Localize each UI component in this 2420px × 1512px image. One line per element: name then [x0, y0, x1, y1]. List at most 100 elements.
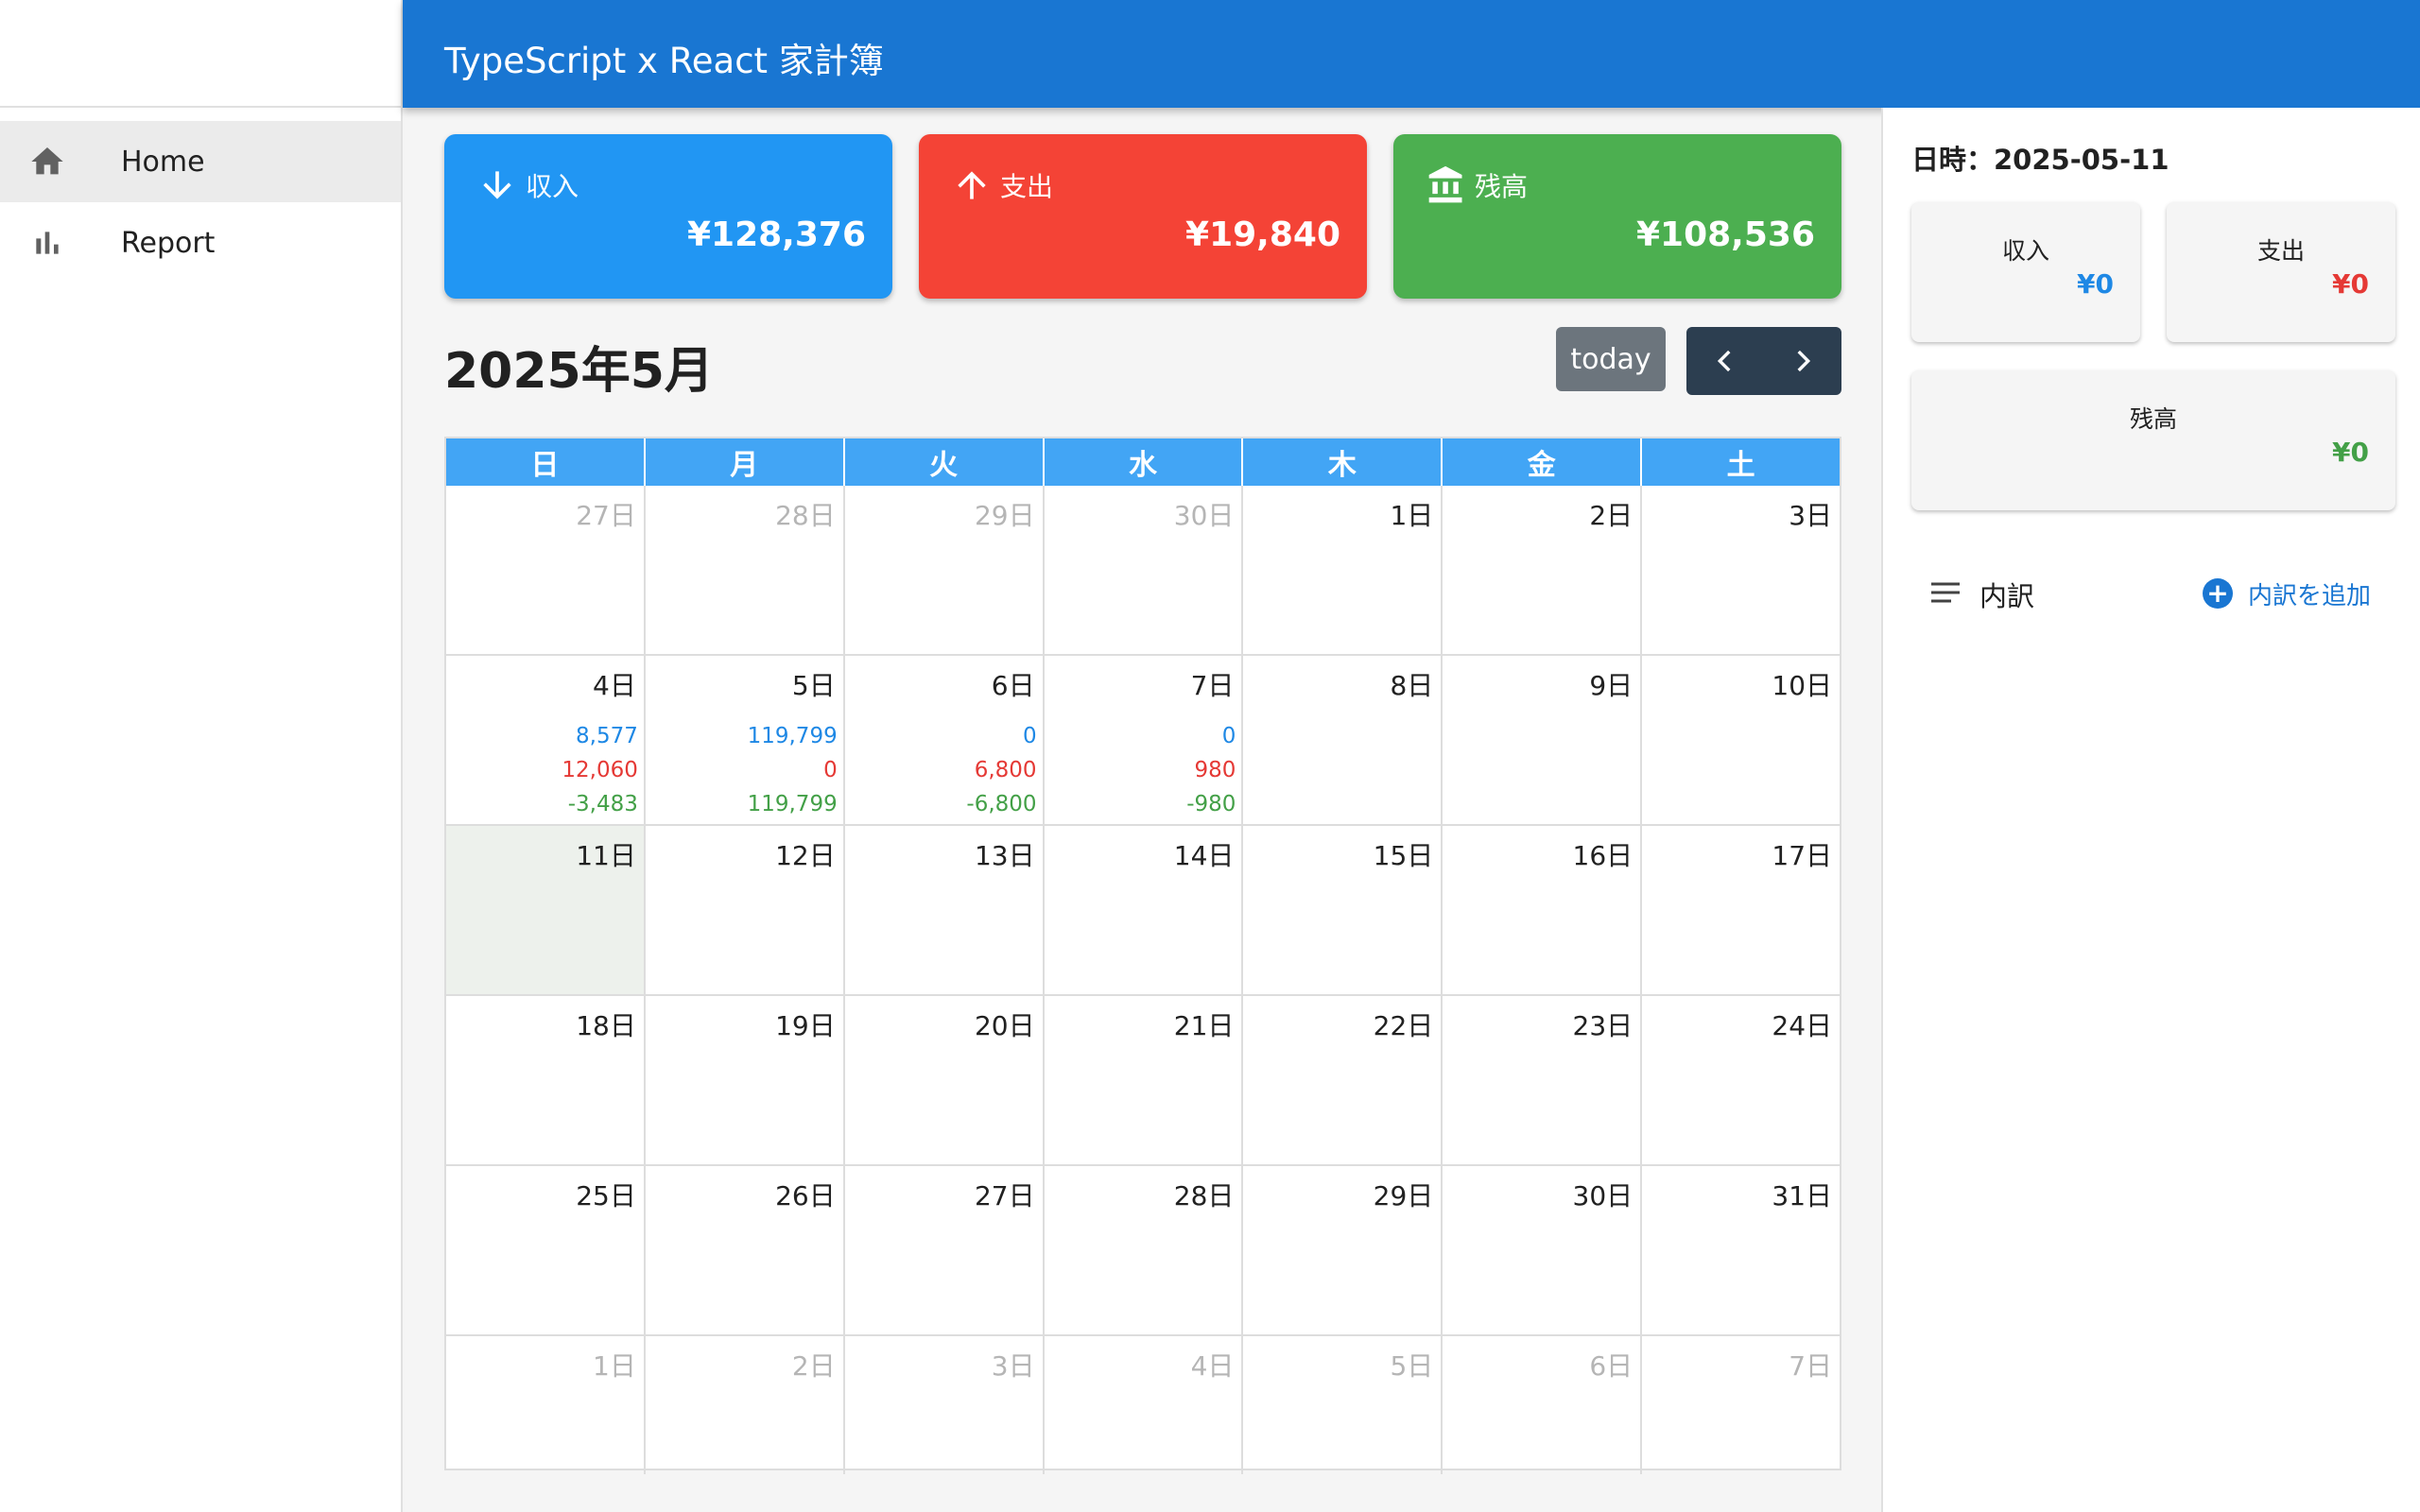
- calendar-day-cell[interactable]: 5日: [1243, 1336, 1443, 1474]
- calendar-day-cell[interactable]: 23日: [1443, 996, 1643, 1164]
- calendar-day-cell[interactable]: 7日 0 980 -980: [1045, 656, 1244, 824]
- calendar-day-cell[interactable]: 12日: [646, 826, 845, 994]
- day-number: 13日: [974, 840, 1035, 871]
- calendar-day-cell[interactable]: 27日: [446, 486, 646, 654]
- day-number: 9日: [1589, 670, 1634, 701]
- day-number: 4日: [1190, 1350, 1235, 1382]
- weekday-header: 水: [1045, 438, 1244, 486]
- day-expense-amount: 12,060: [562, 758, 638, 782]
- calendar-day-cell[interactable]: 28日: [1045, 1166, 1244, 1334]
- calendar-day-cell[interactable]: 3日: [845, 1336, 1045, 1474]
- calendar-week-row: 11日 12日 13日 14日 15日 16日 17日: [446, 826, 1840, 996]
- calendar-day-cell[interactable]: 16日: [1443, 826, 1643, 994]
- calendar-day-cell[interactable]: 30日: [1045, 486, 1244, 654]
- day-expense-amount: 6,800: [974, 758, 1037, 782]
- day-number: 31日: [1772, 1180, 1833, 1211]
- next-month-button[interactable]: [1764, 327, 1841, 395]
- calendar-week-row: 18日 19日 20日 21日 22日 23日 24日: [446, 996, 1840, 1166]
- prev-month-button[interactable]: [1686, 327, 1764, 395]
- detail-income-value: ¥0: [2077, 268, 2114, 300]
- calendar-day-cell[interactable]: 2日: [1443, 486, 1643, 654]
- calendar-day-cell[interactable]: 10日: [1642, 656, 1840, 824]
- day-number: 2日: [791, 1350, 836, 1382]
- arrow-up-icon: [958, 171, 986, 199]
- day-number: 22日: [1373, 1010, 1434, 1041]
- day-expense-amount: 980: [1194, 758, 1236, 782]
- day-income-amount: 0: [1221, 724, 1236, 748]
- calendar-day-cell[interactable]: 30日: [1443, 1166, 1643, 1334]
- day-number: 20日: [974, 1010, 1035, 1041]
- detail-income-label: 収入: [2001, 237, 2049, 265]
- calendar-day-cell[interactable]: 29日: [1243, 1166, 1443, 1334]
- calendar-day-cell[interactable]: 1日: [1243, 486, 1443, 654]
- day-expense-amount: 0: [823, 758, 838, 782]
- add-circle-icon: +: [2203, 578, 2233, 609]
- calendar-week-row: 27日 28日 29日 30日 1日 2日 3日: [446, 486, 1840, 656]
- calendar-day-cell[interactable]: 8日: [1243, 656, 1443, 824]
- calendar-week-row: 1日 2日 3日 4日 5日 6日 7日: [446, 1336, 1840, 1474]
- calendar-day-cell[interactable]: 15日: [1243, 826, 1443, 994]
- day-number: 12日: [775, 840, 836, 871]
- arrow-down-icon: [483, 171, 511, 199]
- calendar-day-cell[interactable]: 27日: [845, 1166, 1045, 1334]
- calendar-day-cell[interactable]: 17日: [1642, 826, 1840, 994]
- calendar-day-cell[interactable]: 2日: [646, 1336, 845, 1474]
- calendar-day-cell[interactable]: 3日: [1642, 486, 1840, 654]
- calendar-day-cell[interactable]: 26日: [646, 1166, 845, 1334]
- day-number: 7日: [1190, 670, 1235, 701]
- day-number: 17日: [1772, 840, 1833, 871]
- sidebar: Home Report: [0, 0, 403, 1512]
- weekday-header: 月: [646, 438, 845, 486]
- calendar-day-cell[interactable]: 6日 0 6,800 -6,800: [845, 656, 1045, 824]
- calendar-day-cell[interactable]: 13日: [845, 826, 1045, 994]
- calendar-day-cell[interactable]: 29日: [845, 486, 1045, 654]
- calendar-day-cell[interactable]: 6日: [1443, 1336, 1643, 1474]
- day-balance-amount: -6,800: [966, 792, 1037, 816]
- day-number: 16日: [1572, 840, 1634, 871]
- day-number: 3日: [991, 1350, 1035, 1382]
- calendar-day-cell[interactable]: 5日 119,799 0 119,799: [646, 656, 845, 824]
- today-button[interactable]: today: [1556, 327, 1666, 391]
- selected-date-label: 日時：2025-05-11: [1911, 144, 2169, 176]
- calendar-day-cell[interactable]: 1日: [446, 1336, 646, 1474]
- day-number: 4日: [593, 670, 636, 701]
- day-number: 28日: [1173, 1180, 1235, 1211]
- weekday-header: 火: [845, 438, 1045, 486]
- month-nav-group: [1686, 327, 1841, 395]
- calendar-day-cell[interactable]: 19日: [646, 996, 845, 1164]
- calendar-month-title: 2025年5月: [444, 343, 714, 400]
- sidebar-item-home[interactable]: Home: [0, 121, 401, 202]
- app-title: TypeScript x React 家計簿: [444, 41, 884, 81]
- income-amount: ¥128,376: [686, 215, 866, 254]
- breakdown-label: 内訳: [1979, 580, 2035, 612]
- calendar-day-cell[interactable]: 21日: [1045, 996, 1244, 1164]
- calendar-day-cell[interactable]: 28日: [646, 486, 845, 654]
- calendar-day-cell[interactable]: 25日: [446, 1166, 646, 1334]
- sidebar-item-report[interactable]: Report: [0, 202, 401, 284]
- weekday-header: 木: [1243, 438, 1443, 486]
- calendar-day-cell[interactable]: 24日: [1642, 996, 1840, 1164]
- calendar-day-cell[interactable]: 4日: [1045, 1336, 1244, 1474]
- day-income-amount: 8,577: [576, 724, 638, 748]
- add-breakdown-button[interactable]: + 内訳を追加: [2203, 569, 2371, 618]
- calendar-day-cell[interactable]: 22日: [1243, 996, 1443, 1164]
- detail-balance-label: 残高: [2129, 405, 2177, 433]
- calendar-day-cell[interactable]: 9日: [1443, 656, 1643, 824]
- calendar-day-cell-today[interactable]: 11日: [446, 826, 646, 994]
- day-number: 27日: [576, 500, 636, 531]
- calendar-day-cell[interactable]: 18日: [446, 996, 646, 1164]
- calendar-day-cell[interactable]: 4日 8,577 12,060 -3,483: [446, 656, 646, 824]
- day-number: 28日: [775, 500, 836, 531]
- breakdown-header: 内訳 + 内訳を追加: [1883, 561, 2420, 627]
- calendar-day-cell[interactable]: 31日: [1642, 1166, 1840, 1334]
- calendar-day-cell[interactable]: 14日: [1045, 826, 1244, 994]
- weekday-header: 日: [446, 438, 646, 486]
- calendar: 日 月 火 水 木 金 土 27日 28日 29日 30日 1日 2日 3日 4日 8,577 1…: [444, 437, 1841, 1474]
- calendar-day-cell[interactable]: 7日: [1642, 1336, 1840, 1474]
- calendar-day-cell[interactable]: 20日: [845, 996, 1045, 1164]
- home-icon: [31, 147, 63, 175]
- day-number: 14日: [1173, 840, 1235, 871]
- day-number: 5日: [791, 670, 836, 701]
- income-label: 収入: [526, 171, 579, 202]
- day-number: 30日: [1173, 500, 1235, 531]
